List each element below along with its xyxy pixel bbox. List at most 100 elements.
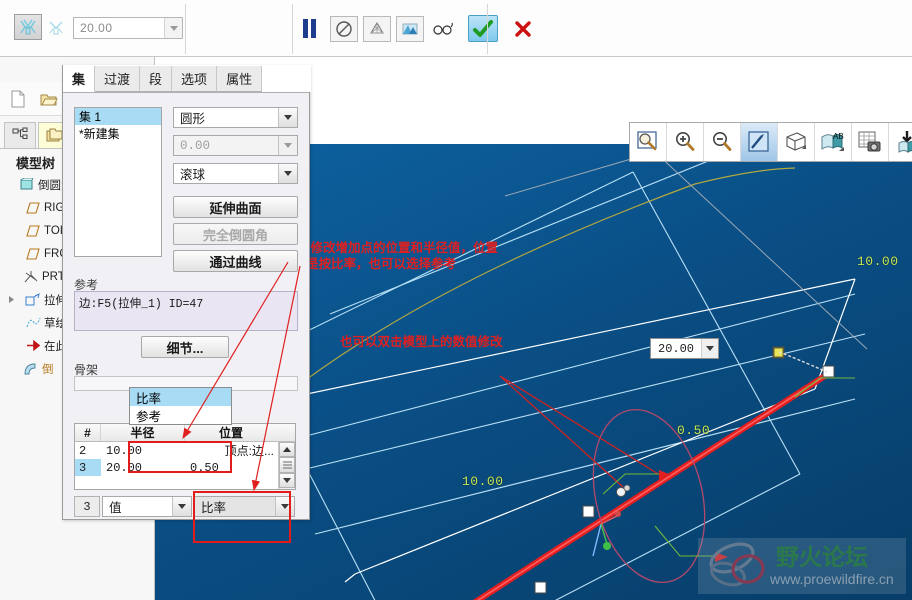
watermark-url: www.proewildfire.cn — [769, 571, 894, 587]
zoom-out-icon[interactable] — [704, 123, 741, 161]
part-icon — [18, 178, 36, 191]
dim-editbox-radius[interactable]: 20.00 — [650, 338, 720, 359]
fillet-mode-icon-group — [14, 14, 70, 40]
display-style-glyph — [786, 132, 806, 151]
sets-list[interactable]: 集 1 *新建集 — [74, 107, 162, 257]
repaint-icon[interactable] — [741, 123, 778, 161]
datum-display-ab-icon[interactable]: AB — [815, 123, 852, 161]
zoom-window-icon[interactable] — [630, 123, 667, 161]
fillet-transition-mode-icon[interactable] — [42, 14, 70, 40]
toolbar-divider-2 — [292, 4, 293, 54]
wireframe-preview-icon[interactable] — [363, 15, 391, 42]
col-header-index: # — [75, 424, 101, 441]
annotation-edit-point-line2: 默认是按比率，也可以选择参考 — [281, 257, 457, 271]
reference-value: 边:F5(拉伸_1) ID=47 — [79, 298, 204, 311]
scroll-up-button[interactable] — [279, 442, 295, 457]
point-index-box: 3 — [74, 496, 100, 517]
zoom-out-glyph — [713, 132, 732, 151]
watermark-title: 野火论坛 — [776, 544, 868, 571]
svg-text:AB: AB — [833, 132, 844, 141]
zoom-in-glyph — [676, 132, 695, 151]
fillet-transition-glyph — [49, 21, 63, 35]
checkmark-glyph — [473, 19, 493, 37]
through-curve-button[interactable]: 通过曲线 — [173, 250, 298, 272]
dim-editbox-arrow[interactable] — [701, 339, 719, 358]
col-header-position: 位置 — [218, 426, 243, 440]
dropdown-option-ratio[interactable]: 比率 — [130, 388, 231, 406]
creation-method-combo[interactable]: 滚球 — [173, 163, 298, 184]
save-view-glyph — [898, 131, 912, 153]
cancel-cross-icon[interactable] — [509, 16, 537, 42]
tab-model-tree[interactable] — [4, 122, 36, 148]
tree-expander-icon[interactable] — [6, 295, 18, 304]
glasses-preview-icon[interactable] — [429, 16, 457, 42]
insert-here-icon — [24, 339, 42, 352]
dim-ratio-mid[interactable]: 0.50 — [677, 423, 710, 438]
wireframe-glyph — [370, 21, 384, 33]
radius-dropdown-arrow[interactable] — [164, 18, 182, 38]
set-item-1[interactable]: 集 1 — [75, 108, 161, 125]
dim-radius-top-right[interactable]: 10.00 — [857, 254, 899, 269]
shaded-preview-icon[interactable] — [396, 15, 424, 42]
fillet-set-mode-icon[interactable] — [14, 14, 42, 40]
datum-plane-icon — [24, 247, 42, 260]
dropdown-option-reference[interactable]: 参考 — [130, 406, 231, 424]
creation-method-arrow[interactable] — [278, 164, 297, 183]
reference-detail-button[interactable]: 细节... — [141, 336, 229, 358]
round-icon — [22, 362, 40, 376]
display-style-icon[interactable] — [778, 123, 815, 161]
dim-editbox-value: 20.00 — [658, 341, 695, 356]
value-type-combo[interactable]: 值 — [102, 496, 192, 517]
creation-method-value: 滚球 — [180, 168, 206, 182]
shape-combo[interactable]: 圆形 — [173, 107, 298, 128]
tab-options[interactable]: 选项 — [172, 66, 218, 92]
new-file-icon[interactable] — [4, 86, 32, 112]
cell-index: 3 — [75, 459, 101, 476]
creo-round-tool-screen: 20.00 模型树 倒圆角. RIG TOI FRC PRT 拉伸 草绘 在此 … — [0, 0, 912, 600]
scroll-down-button[interactable] — [279, 473, 295, 488]
full-round-button: 完全倒圆角 — [173, 223, 298, 245]
datum-ab-glyph: AB — [821, 132, 844, 151]
zoom-window-glyph — [637, 131, 657, 151]
open-file-icon[interactable] — [35, 86, 63, 112]
tab-properties[interactable]: 属性 — [217, 66, 263, 92]
dim-radius-bottom-left[interactable]: 10.00 — [462, 474, 504, 489]
fillet-dashboard-toolbar: 20.00 — [0, 0, 912, 57]
tab-transitions[interactable]: 过渡 — [95, 66, 141, 92]
value-combo-value: 0.00 — [180, 138, 211, 153]
capture-image-icon[interactable] — [852, 123, 889, 161]
shape-combo-value: 圆形 — [180, 112, 206, 126]
accept-checkmark-icon[interactable] — [468, 15, 498, 42]
zoom-in-icon[interactable] — [667, 123, 704, 161]
tab-pieces[interactable]: 段 — [140, 66, 173, 92]
sketch-icon — [24, 316, 42, 329]
radius-value-field[interactable]: 20.00 — [73, 17, 183, 39]
pause-icon[interactable] — [303, 18, 319, 39]
fillet-set-glyph — [20, 19, 36, 35]
reference-collector[interactable]: 边:F5(拉伸_1) ID=47 — [74, 291, 298, 331]
value-type-arrow[interactable] — [172, 497, 191, 516]
watermark-graphic: 野火论坛 www.proewildfire.cn — [698, 538, 906, 594]
no-preview-icon[interactable] — [330, 15, 358, 42]
set-item-new[interactable]: *新建集 — [75, 125, 161, 142]
datum-plane-icon — [24, 201, 42, 214]
new-file-glyph — [11, 90, 25, 107]
dashboard-control-group — [303, 15, 537, 42]
save-view-icon[interactable] — [889, 123, 912, 161]
tree-item-label: TOI — [44, 224, 63, 237]
table-scrollbar[interactable] — [278, 442, 295, 489]
position-type-dropdown-list[interactable]: 比率 参考 — [129, 387, 232, 425]
shape-combo-arrow[interactable] — [278, 108, 297, 127]
toolbar-divider-3 — [487, 4, 488, 54]
tab-sets[interactable]: 集 — [63, 66, 96, 92]
highlight-rect-dropdown — [193, 491, 291, 543]
forum-watermark: 野火论坛 www.proewildfire.cn — [698, 538, 906, 594]
toolbar-divider-1 — [185, 4, 186, 54]
extrude-icon — [24, 292, 42, 307]
datum-plane-icon — [24, 224, 42, 237]
extend-surface-button[interactable]: 延伸曲面 — [173, 196, 298, 218]
scroll-thumb[interactable] — [279, 457, 295, 473]
value-combo-arrow — [278, 136, 297, 155]
open-folder-glyph — [40, 94, 58, 105]
coord-sys-icon — [22, 270, 40, 284]
